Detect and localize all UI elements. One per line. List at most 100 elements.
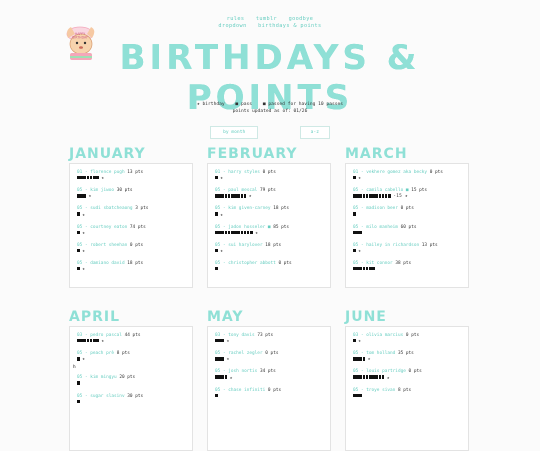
sort-buttons: by month a-z bbox=[0, 118, 540, 139]
pass-extra: -15 ★ bbox=[393, 194, 408, 200]
nav-link-tumblr[interactable]: tumblr bbox=[256, 16, 277, 22]
points-value: 0 pts bbox=[400, 206, 414, 212]
nav-link-goodbye[interactable]: goodbye bbox=[289, 16, 314, 22]
member-name[interactable]: pedro pascal bbox=[90, 333, 122, 338]
nav-link-birthdays-points[interactable]: birthdays & points bbox=[258, 23, 321, 29]
member-name[interactable]: peach prè bbox=[90, 351, 114, 356]
points-value: 60 pts bbox=[400, 224, 417, 230]
list-item: 05 - kim mingyu 20 pts bbox=[77, 375, 185, 387]
pass-extra: ★ bbox=[358, 176, 362, 182]
points-value: 30 pts bbox=[127, 393, 144, 399]
list-item: 03 - tony davis 73 pts ★ bbox=[215, 333, 323, 345]
list-item: 05 - paul mescal 79 pts ★ bbox=[215, 188, 323, 200]
list-item: 05 - kim jiwoo 30 pts ★ bbox=[77, 188, 185, 200]
pass-square-icon bbox=[215, 176, 218, 180]
pass-bar bbox=[353, 230, 461, 237]
pass-square-icon bbox=[77, 267, 80, 271]
member-name[interactable]: kim jiwoo bbox=[90, 188, 114, 193]
points-value: 13 pts bbox=[127, 170, 144, 175]
by-month-button[interactable]: by month bbox=[210, 126, 259, 139]
pass-square-icon bbox=[77, 212, 80, 216]
member-name[interactable]: courtney eaton bbox=[90, 225, 127, 230]
nav-link-dropdown[interactable]: dropdown bbox=[218, 23, 246, 29]
pass-bar: ★ bbox=[77, 267, 185, 273]
member-name[interactable]: kit connor bbox=[366, 261, 392, 266]
pass-extra: ★ bbox=[220, 249, 224, 255]
pass-square-icon bbox=[362, 357, 366, 361]
pass-square-icon bbox=[77, 381, 80, 385]
month-section: MAY 03 - tony davis 73 pts ★ 05 - rachel ze… bbox=[207, 308, 331, 451]
month-card: 03 - olivia marcius 0 pts ★ 05 - tom holla… bbox=[345, 326, 469, 451]
member-name[interactable]: sui harylover bbox=[228, 243, 262, 248]
month-heading: FEBRUARY bbox=[207, 146, 298, 162]
member-name[interactable]: olivia marcius bbox=[366, 333, 403, 338]
pass-bar bbox=[353, 212, 461, 218]
points-value: 34 pts bbox=[259, 369, 276, 375]
points-value: 30 pts bbox=[116, 188, 133, 194]
pass-bar: ★ bbox=[353, 248, 461, 255]
list-item: 05 - robert sheehan 0 pts ★ bbox=[77, 243, 185, 255]
member-name[interactable]: vekhere gomez aka becky bbox=[366, 170, 427, 175]
month-section: JUNE 03 - olivia marcius 0 pts ★ 05 - tom h… bbox=[345, 308, 469, 451]
pass-bar: ★ bbox=[215, 230, 323, 237]
list-item: 01 - harry styles 0 pts ★ bbox=[215, 170, 323, 182]
member-name[interactable]: troye sivan bbox=[366, 388, 395, 393]
stray-mark: h bbox=[73, 365, 76, 371]
list-item: 05 - damiano david 18 pts ★ bbox=[77, 261, 185, 273]
points-value: 18 pts bbox=[127, 261, 144, 267]
member-name[interactable]: sudi sbatcheaong bbox=[90, 206, 132, 211]
points-value: 74 pts bbox=[129, 224, 146, 230]
points-value: 73 pts bbox=[257, 333, 274, 338]
member-name[interactable]: robert sheehan bbox=[90, 243, 127, 248]
member-name[interactable]: kim mingyu bbox=[90, 375, 116, 380]
member-name[interactable]: paul mescal bbox=[228, 188, 257, 193]
a-z-button[interactable]: a-z bbox=[299, 126, 330, 139]
member-name[interactable]: tom holland bbox=[366, 351, 395, 356]
pass-bar: ★ bbox=[77, 176, 185, 182]
member-name[interactable]: christopher abbott bbox=[228, 261, 276, 266]
list-item: 05 - kit connor 38 pts bbox=[353, 261, 461, 273]
member-name[interactable]: camila cabello ■ bbox=[366, 188, 408, 193]
member-name[interactable]: harry styles bbox=[228, 170, 260, 175]
pass-extra: ★ bbox=[82, 249, 86, 255]
month-heading: MARCH bbox=[345, 146, 408, 162]
pass-bar: ★ bbox=[215, 194, 323, 200]
pass-bar: ★ bbox=[215, 248, 323, 255]
pass-bar: ★ bbox=[77, 194, 185, 200]
member-name[interactable]: louis partridge bbox=[366, 369, 406, 374]
member-name[interactable]: hailey in richardson bbox=[366, 243, 419, 248]
member-name[interactable]: damiano david bbox=[90, 261, 124, 266]
pass-square-icon bbox=[77, 230, 80, 234]
member-name[interactable]: jadon hosseler ■ bbox=[228, 225, 270, 230]
member-name[interactable]: madison beer bbox=[366, 206, 398, 211]
list-item: 05 - troye sivan 8 pts bbox=[353, 388, 461, 400]
month-section: MARCH 01 - vekhere gomez aka becky 0 pts ★… bbox=[345, 145, 469, 288]
member-name[interactable]: josh nortis bbox=[228, 369, 257, 374]
list-item: 05 - josh nortis 34 pts ★ bbox=[215, 369, 323, 381]
list-item: 01 - florence pugh 13 pts ★ bbox=[77, 170, 185, 182]
month-heading: APRIL bbox=[69, 309, 121, 325]
points-value: 44 pts bbox=[124, 333, 141, 338]
member-name[interactable]: tony davis bbox=[228, 333, 254, 338]
list-item: 05 - peach prè 8 pts ★ bbox=[77, 351, 185, 363]
nav-link-rules[interactable]: rules bbox=[227, 16, 245, 22]
list-item: 05 - sudi sbatcheaong 3 pts ★ bbox=[77, 206, 185, 218]
pass-extra: ★ bbox=[82, 212, 86, 218]
points-value: 38 pts bbox=[395, 261, 412, 267]
points-value: 0 pts bbox=[267, 387, 282, 393]
member-name[interactable]: kim given-carney bbox=[228, 206, 270, 211]
member-name[interactable]: sugar slasinv bbox=[90, 394, 124, 399]
list-item: 05 - christopher abbott 0 pts bbox=[215, 261, 323, 273]
member-name[interactable]: milo manheim bbox=[366, 225, 398, 230]
list-item: 05 - sugar slasinv 30 pts bbox=[77, 394, 185, 406]
list-item: 05 - hailey in richardson 13 pts ★ bbox=[353, 243, 461, 255]
member-name[interactable]: chase infiniti bbox=[228, 388, 265, 393]
pass-bar: ★ bbox=[353, 375, 461, 381]
pass-bar: ★ bbox=[215, 375, 323, 381]
pass-square-icon bbox=[381, 375, 385, 379]
list-item: 05 - kim given-carney 18 pts ★ bbox=[215, 206, 323, 218]
member-name[interactable]: florence pugh bbox=[90, 170, 124, 175]
points-value: 20 pts bbox=[119, 375, 136, 381]
month-card: 03 - tony davis 73 pts ★ 05 - rachel zegle… bbox=[207, 326, 331, 451]
member-name[interactable]: rachel zegler bbox=[228, 351, 262, 356]
